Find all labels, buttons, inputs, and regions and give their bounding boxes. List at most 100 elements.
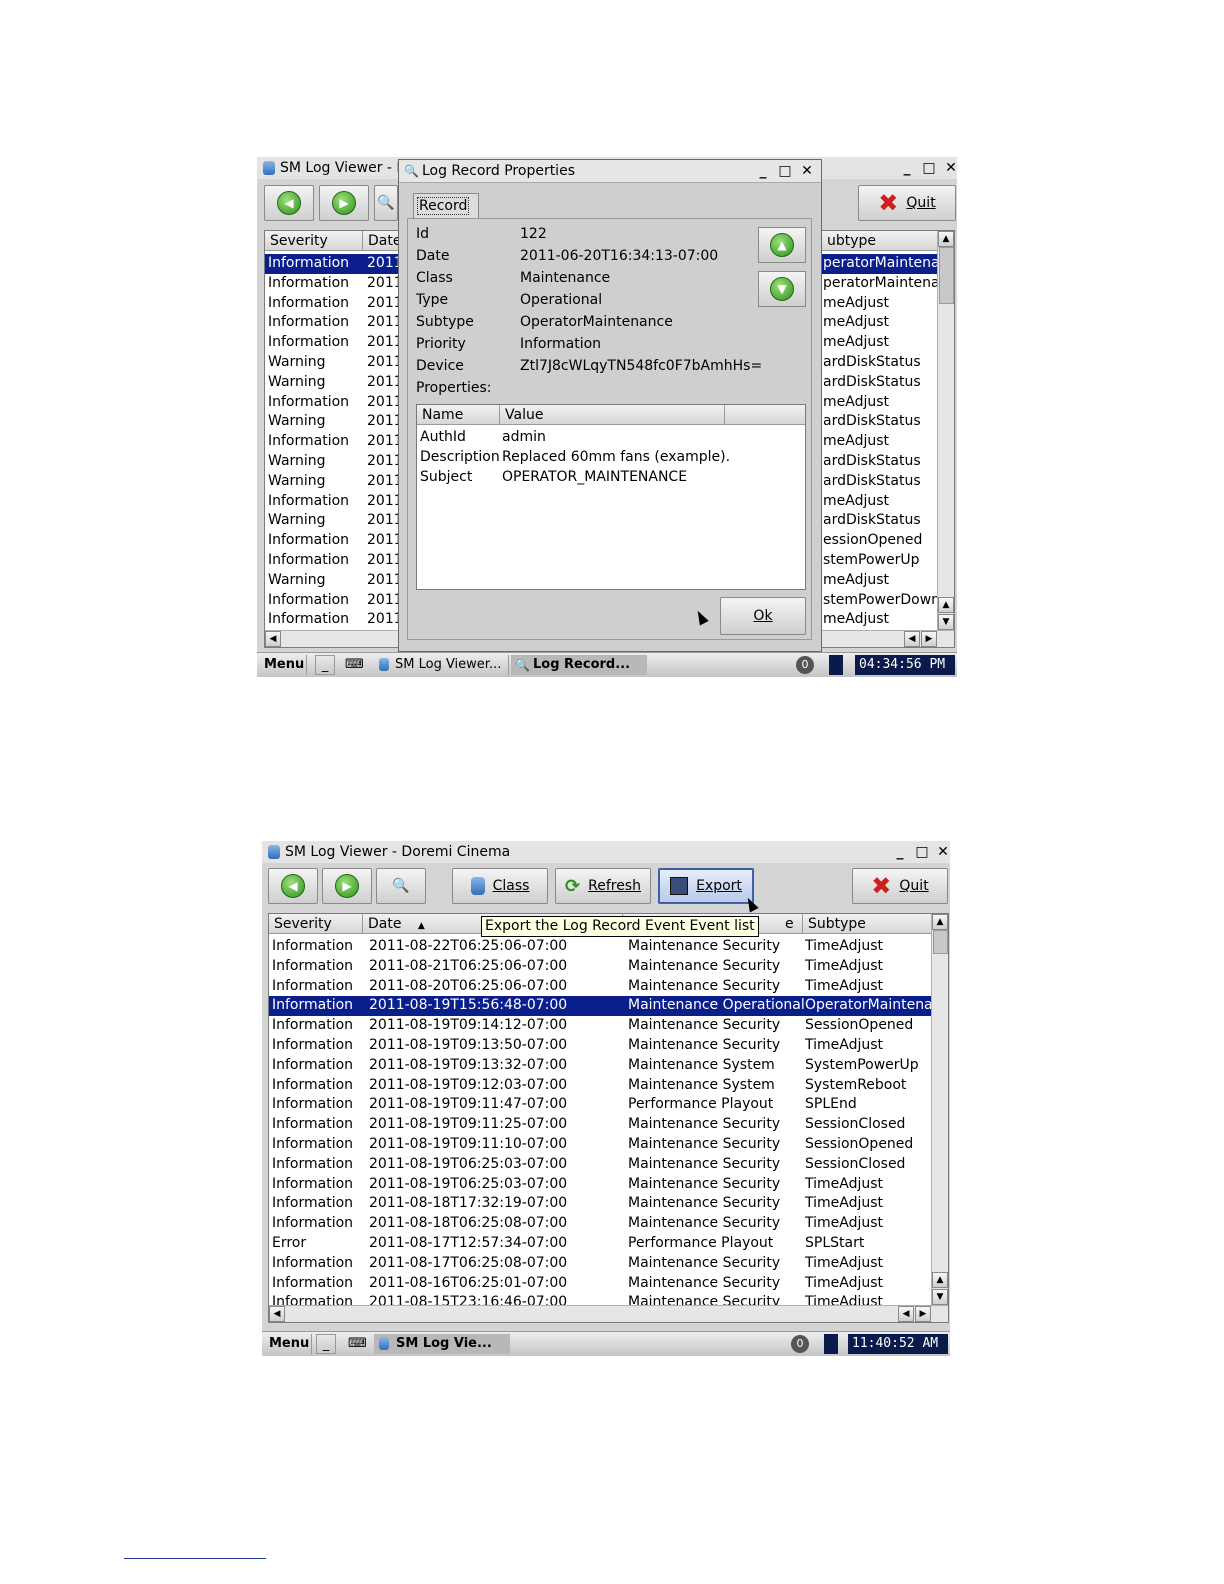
back-button[interactable]: ◀ <box>268 868 318 904</box>
forward-button[interactable]: ▶ <box>322 868 372 904</box>
keyboard-icon[interactable]: ⌨ <box>348 1334 368 1354</box>
scroll-up-icon[interactable]: ▲ <box>932 914 948 930</box>
scroll-right-icon[interactable]: ▶ <box>921 631 937 647</box>
vertical-scrollbar[interactable]: ▲ ▲ ▼ <box>937 231 954 631</box>
forward-button[interactable]: ▶ <box>319 185 369 221</box>
table-row[interactable]: Information 2011-08-19T09:11:10-07:00 Main… <box>269 1135 932 1155</box>
table-row[interactable]: Information 2011-08-19T09:13:50-07:00 Main… <box>269 1036 932 1056</box>
search-button[interactable]: 🔍 <box>376 868 426 904</box>
table-row[interactable]: Information 2011-08-17T06:25:08-07:00 Main… <box>269 1254 932 1274</box>
column-header-severity[interactable]: Severity <box>269 914 363 934</box>
table-row[interactable]: Information 2011-08-19T15:56:48-07:00 Main… <box>269 996 933 1017</box>
task-log-record[interactable]: 🔍 Log Record... <box>511 655 647 675</box>
quit-button[interactable]: ✖ Quit <box>858 185 956 221</box>
table-row[interactable]: Information 2011-08-22T06:25:06-07:00 Main… <box>269 937 932 957</box>
notification-badge[interactable]: 0 <box>796 656 814 674</box>
field-label-type: Type <box>416 292 449 308</box>
taskbar: Menu _ ⌨ SM Log Viewer... 🔍 Log Record..… <box>257 652 957 677</box>
minimize-icon[interactable]: _ <box>892 844 908 860</box>
table-row[interactable]: Information 2011-08-16T06:25:01-07:00 Main… <box>269 1274 932 1294</box>
prop-header-name[interactable]: Name <box>417 405 500 425</box>
close-icon[interactable]: ✕ <box>943 160 957 176</box>
tab-record[interactable]: Record <box>413 193 479 219</box>
scroll-left-icon[interactable]: ◀ <box>904 631 920 647</box>
search-button[interactable]: 🔍 <box>374 185 398 221</box>
table-row[interactable]: Information 2011-08-20T06:25:06-07:00 Main… <box>269 977 932 997</box>
table-row[interactable]: Information 2011-08-19T06:25:03-07:00 Main… <box>269 1175 932 1195</box>
scroll-right-icon[interactable]: ▶ <box>915 1306 931 1322</box>
prop-row[interactable]: Subject OPERATOR_MAINTENANCE <box>417 468 805 488</box>
table-row[interactable]: Information 2011-08-19T09:11:47-07:00 Perf… <box>269 1095 932 1115</box>
table-row[interactable]: Error 2011-08-17T12:57:34-07:00 Performanc… <box>269 1234 932 1254</box>
cell-severity: Information <box>268 532 350 549</box>
next-record-button[interactable]: ▼ <box>758 271 806 307</box>
show-desktop-button[interactable]: _ <box>316 1334 336 1354</box>
quit-button[interactable]: ✖ Quit <box>852 868 948 904</box>
scroll-left-icon[interactable]: ◀ <box>898 1306 914 1322</box>
scroll-thumb[interactable] <box>933 930 948 954</box>
column-header-subtype[interactable]: ubtype <box>822 231 938 251</box>
cell-severity: Information <box>268 611 350 628</box>
maximize-icon[interactable]: □ <box>914 844 930 860</box>
cell-type: Maintenance Security <box>628 1017 781 1034</box>
magnifier-icon: 🔍 <box>515 658 530 672</box>
notification-badge[interactable]: 0 <box>791 1335 809 1353</box>
table-row[interactable]: Information 2011-08-18T06:25:08-07:00 Main… <box>269 1214 932 1234</box>
scroll-up-icon[interactable]: ▲ <box>938 597 954 613</box>
minimize-icon[interactable]: _ <box>899 160 915 176</box>
cell-subtype: TimeAdjust <box>805 1037 884 1053</box>
vertical-scrollbar[interactable]: ▲ ▲ ▼ <box>931 914 948 1306</box>
column-header-subtype[interactable]: Subtype <box>803 914 934 934</box>
screenshot-log-viewer-export: SM Log Viewer - Doremi Cinema _ □ ✕ ◀ ▶ … <box>262 841 950 1356</box>
refresh-button[interactable]: ⟳ Refresh <box>555 868 651 904</box>
scroll-up-icon[interactable]: ▲ <box>932 1272 948 1288</box>
menu-button[interactable]: Menu <box>261 655 307 675</box>
cell-subtype: peratorMaintenan <box>823 274 939 291</box>
menu-button[interactable]: Menu <box>266 1334 312 1354</box>
previous-record-button[interactable]: ▲ <box>758 227 806 263</box>
scroll-left-icon[interactable]: ◀ <box>265 631 281 647</box>
table-row[interactable]: Information 2011-08-19T09:14:12-07:00 Main… <box>269 1016 932 1036</box>
horizontal-scrollbar[interactable]: ◀ ◀ ▶ <box>269 1305 948 1322</box>
close-icon[interactable]: ✕ <box>935 844 950 860</box>
task-label: SM Log Vie... <box>396 1336 492 1351</box>
scroll-down-icon[interactable]: ▼ <box>938 614 954 630</box>
task-label: SM Log Viewer... <box>395 657 502 672</box>
task-sm-log-viewer[interactable]: SM Log Viewer... <box>375 655 509 675</box>
column-header-severity[interactable]: Severity <box>265 231 363 251</box>
prop-header-value[interactable]: Value <box>500 405 725 425</box>
table-row[interactable]: Information 2011-08-19T09:13:32-07:00 Main… <box>269 1056 932 1076</box>
class-button[interactable]: Class <box>452 868 548 904</box>
scroll-left-icon[interactable]: ◀ <box>269 1306 285 1322</box>
scroll-up-icon[interactable]: ▲ <box>938 231 954 247</box>
cell-severity: Warning <box>268 512 326 529</box>
column-header-date[interactable]: Date <box>363 231 403 251</box>
scroll-thumb[interactable] <box>939 247 954 304</box>
cell-severity: Information <box>272 1155 354 1172</box>
dialog-close-icon[interactable]: ✕ <box>799 163 815 179</box>
back-button[interactable]: ◀ <box>264 185 314 221</box>
cell-date: 2011-08-19T09:11:47-07:00 <box>369 1096 568 1113</box>
dialog-minimize-icon[interactable]: _ <box>755 163 771 179</box>
cell-date: 2011-08-19T09:11:10-07:00 <box>369 1136 568 1152</box>
search-icon: 🔍 <box>392 878 410 894</box>
dialog-maximize-icon[interactable]: □ <box>777 163 793 179</box>
scroll-down-icon[interactable]: ▼ <box>932 1289 948 1305</box>
arrow-left-icon: ◀ <box>277 191 301 215</box>
prop-row[interactable]: AuthId admin <box>417 428 805 448</box>
maximize-icon[interactable]: □ <box>921 160 937 176</box>
cell-subtype: SPLStart <box>805 1235 865 1251</box>
ok-button[interactable]: Ok <box>720 597 806 635</box>
table-row[interactable]: Information 2011-08-21T06:25:06-07:00 Main… <box>269 957 932 977</box>
table-row[interactable]: Information 2011-08-19T09:11:25-07:00 Main… <box>269 1115 932 1135</box>
table-row[interactable]: Information 2011-08-19T09:12:03-07:00 Main… <box>269 1076 932 1096</box>
task-sm-log-viewer[interactable]: SM Log Vie... <box>374 1334 510 1354</box>
prop-row[interactable]: Description Replaced 60mm fans (example)… <box>417 448 805 468</box>
cell-date: 2011-08-18T06:25:08-07:00 <box>369 1215 568 1232</box>
show-desktop-button[interactable]: _ <box>315 655 335 675</box>
table-row[interactable]: Information 2011-08-19T06:25:03-07:00 Main… <box>269 1155 932 1175</box>
keyboard-icon[interactable]: ⌨ <box>345 655 365 675</box>
table-row[interactable]: Information 2011-08-18T17:32:19-07:00 Main… <box>269 1194 932 1214</box>
export-button[interactable]: Export <box>658 868 754 904</box>
cell-date: 2011-08-19T09:13:32-07:00 <box>369 1056 568 1073</box>
